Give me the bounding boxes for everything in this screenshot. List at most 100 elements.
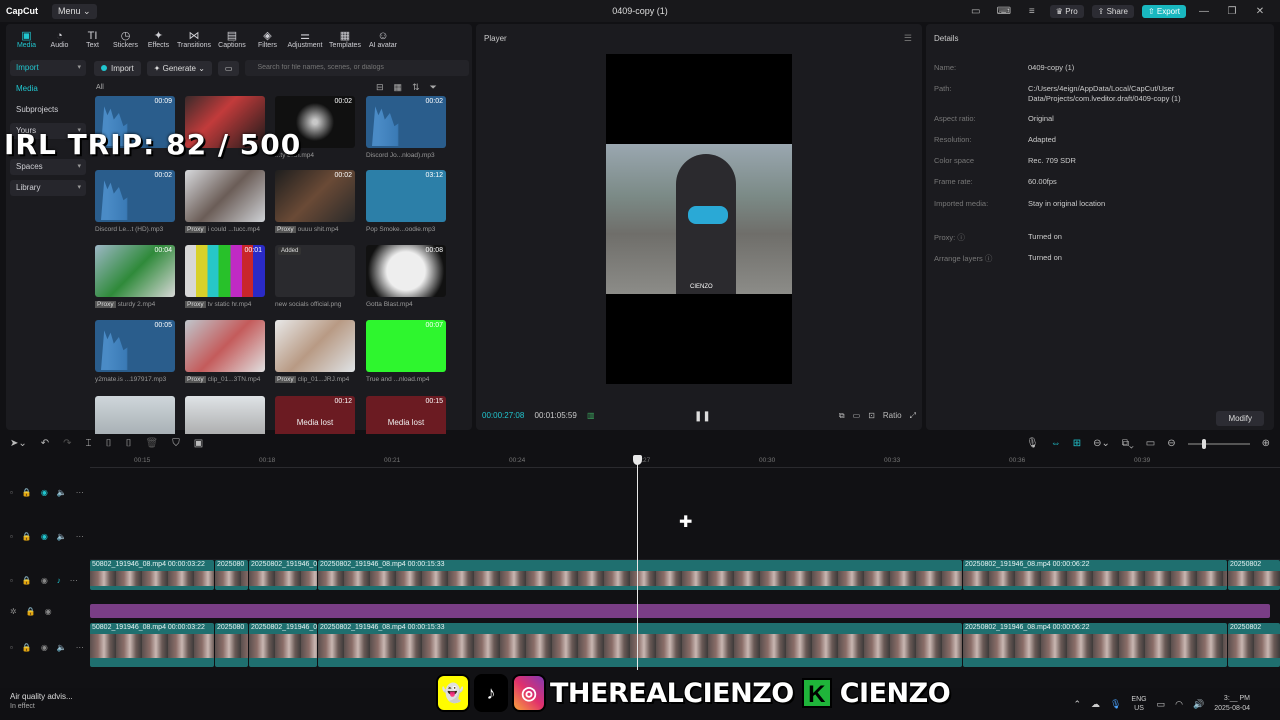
list-view-icon[interactable]: ▦ bbox=[394, 82, 403, 93]
timeline-clip[interactable]: 20250802_191946_08.mp4 00:00:06:22 bbox=[963, 560, 1227, 590]
timeline-clip[interactable]: 20250802_191946_08.mp4 00:00:06:22 bbox=[963, 623, 1227, 667]
microphone-icon[interactable]: 🎙 bbox=[1110, 699, 1121, 710]
playhead[interactable] bbox=[637, 456, 638, 670]
effect-clip[interactable] bbox=[90, 604, 1270, 618]
network-icon[interactable]: ☁ bbox=[1091, 699, 1100, 710]
tool-adjustment[interactable]: ⚌ Adjustment bbox=[284, 24, 326, 54]
media-item[interactable]: Proxy clip_01...3TN.mp4 bbox=[185, 320, 265, 383]
filter-icon[interactable]: ⏷ bbox=[430, 82, 437, 93]
tool-captions[interactable]: ▤ Captions bbox=[213, 24, 251, 54]
tool-ai-avatar[interactable]: ☺ AI avatar bbox=[364, 24, 402, 54]
more-icon[interactable]: ⋯ bbox=[76, 643, 84, 652]
link-icon[interactable]: ⊖⌄ bbox=[1093, 438, 1110, 449]
lock-icon[interactable]: 🔒 bbox=[22, 643, 32, 652]
media-item[interactable]: 00:04 Proxy sturdy 2.mp4 bbox=[95, 245, 175, 308]
fullscreen-icon[interactable]: ⤢ bbox=[910, 411, 916, 421]
menu-icon[interactable]: ☰ bbox=[904, 33, 912, 44]
timeline-clip[interactable]: 20250802 bbox=[1228, 560, 1280, 590]
main-track-magnet-icon[interactable]: ⇔ bbox=[1051, 438, 1061, 449]
tool-effects[interactable]: ✦ Effects bbox=[142, 24, 175, 54]
media-item[interactable]: 00:07 True and ...nload.mp4 bbox=[366, 320, 446, 383]
eye-icon[interactable]: ◉ bbox=[41, 643, 48, 652]
sidebar-item-media[interactable]: Media bbox=[10, 81, 86, 97]
menu-button[interactable]: Menu ⌄ bbox=[52, 3, 97, 19]
close-icon[interactable]: ✕ bbox=[1250, 6, 1270, 17]
grid-view-icon[interactable]: ⊟ bbox=[376, 82, 384, 93]
lock-icon[interactable]: 🔒 bbox=[22, 488, 32, 497]
more-icon[interactable]: ≡ bbox=[1022, 6, 1042, 17]
eye-icon[interactable]: ◉ bbox=[41, 576, 48, 585]
record-icon[interactable]: ▭ bbox=[217, 60, 240, 76]
split-left-icon[interactable]: ⌷ bbox=[106, 438, 112, 449]
media-item[interactable]: 00:02 Discord Jo...nload).mp3 bbox=[366, 96, 446, 159]
delete-icon[interactable]: 🗑 bbox=[146, 438, 159, 449]
timeline-clip[interactable]: 20250802_191946_08.mp4 00:00:15:33 bbox=[318, 560, 962, 590]
auto-reframe-icon[interactable]: ▣ bbox=[194, 438, 203, 449]
sidebar-item-spaces[interactable]: Spaces ▾ bbox=[10, 159, 86, 175]
language-indicator[interactable]: ENG US bbox=[1131, 695, 1146, 713]
video-canvas[interactable]: CIENZO bbox=[606, 54, 792, 384]
clock[interactable]: 3:__ PM 2025-08-04 bbox=[1214, 694, 1250, 714]
search-input[interactable] bbox=[257, 64, 448, 71]
media-item[interactable]: 00:08 Gotta Blast.mp4 bbox=[366, 245, 446, 308]
zoom-out-icon[interactable]: ⊖ bbox=[1167, 438, 1175, 449]
select-tool-icon[interactable]: ➤⌄ bbox=[10, 438, 27, 449]
import-button[interactable]: Import bbox=[94, 60, 141, 76]
sidebar-item-import[interactable]: Import ▾ bbox=[10, 60, 86, 76]
chevron-up-icon[interactable]: ⌃ bbox=[1073, 699, 1081, 710]
export-button[interactable]: ⇧ Export bbox=[1141, 4, 1186, 18]
media-item[interactable]: 00:05 y2mate.is ...197917.mp3 bbox=[95, 320, 175, 383]
timeline-clip[interactable]: 20250802 bbox=[1228, 623, 1280, 667]
preview-axis-icon[interactable]: ⧉⌄ bbox=[1122, 438, 1134, 449]
tool-stickers[interactable]: ◷ Stickers bbox=[109, 24, 142, 54]
more-icon[interactable]: ⋯ bbox=[70, 576, 78, 585]
audio-toggle-icon[interactable]: ♪ bbox=[57, 576, 61, 585]
lock-icon[interactable]: 🔒 bbox=[26, 607, 36, 616]
volume-icon[interactable]: 🔊 bbox=[1193, 699, 1204, 710]
tool-media[interactable]: ▣ Media bbox=[10, 24, 43, 54]
sidebar-item-subprojects[interactable]: Subprojects bbox=[10, 102, 86, 118]
cover-icon[interactable]: ▫ bbox=[10, 488, 13, 497]
shortcuts-icon[interactable]: ⌨ bbox=[994, 6, 1014, 17]
weather-widget[interactable]: Air quality advis... In effect bbox=[10, 692, 73, 710]
full-quality-icon[interactable]: ▭ bbox=[853, 411, 861, 421]
crop-icon[interactable]: ⧉ bbox=[839, 411, 845, 421]
sort-icon[interactable]: ⇅ bbox=[412, 82, 420, 93]
timeline-clip[interactable]: 2025080 bbox=[215, 560, 248, 590]
cover-icon[interactable]: ▫ bbox=[10, 576, 13, 585]
minimize-icon[interactable]: — bbox=[1194, 6, 1214, 17]
sidebar-item-library[interactable]: Library ▾ bbox=[10, 180, 86, 196]
timeline-clip[interactable]: 50802_191946_08.mp4 00:00:03:22 bbox=[90, 560, 214, 590]
undo-icon[interactable]: ↶ bbox=[41, 438, 49, 449]
modify-button[interactable]: Modify bbox=[1216, 411, 1264, 426]
zoom-slider[interactable] bbox=[1187, 438, 1250, 449]
caption-toggle-icon[interactable]: ▭ bbox=[1146, 438, 1155, 449]
media-item[interactable]: Proxy clip_01...JRJ.mp4 bbox=[275, 320, 355, 383]
monitor-icon[interactable]: ▭ bbox=[1157, 699, 1166, 710]
tool-audio[interactable]: ◔ Audio bbox=[43, 24, 76, 54]
tool-transitions[interactable]: ⋈ Transitions bbox=[175, 24, 213, 54]
split-icon[interactable]: ⌶ bbox=[86, 438, 92, 449]
media-item[interactable]: 00:02 Discord Le...t (HD).mp3 bbox=[95, 170, 175, 233]
marker-icon[interactable]: ⛉ bbox=[172, 438, 180, 449]
microphone-icon[interactable]: 🎙 bbox=[1026, 438, 1039, 449]
tool-templates[interactable]: ▦ Templates bbox=[326, 24, 364, 54]
ratio-button[interactable]: Ratio bbox=[883, 411, 902, 421]
auto-snap-icon[interactable]: ⊞ bbox=[1073, 438, 1081, 449]
media-item[interactable]: 00:01 Proxy tv static hr.mp4 bbox=[185, 245, 265, 308]
tool-text[interactable]: TI Text bbox=[76, 24, 109, 54]
eye-icon[interactable]: ◉ bbox=[41, 488, 48, 497]
lock-icon[interactable]: 🔒 bbox=[22, 576, 32, 585]
timeline-ruler[interactable]: 00:15 00:18 00:21 00:24 00:27 00:30 00:3… bbox=[90, 456, 1280, 468]
media-item[interactable]: Proxy i could ...tucc.mp4 bbox=[185, 170, 265, 233]
tool-filters[interactable]: ◈ Filters bbox=[251, 24, 284, 54]
timeline-clip[interactable]: 20250802_191946_0 bbox=[249, 560, 317, 590]
media-item[interactable]: 00:02 Proxy ouuu shit.mp4 bbox=[275, 170, 355, 233]
redo-icon[interactable]: ↷ bbox=[63, 438, 71, 449]
eye-icon[interactable]: ◉ bbox=[41, 532, 48, 541]
media-item[interactable]: 03:12 Pop Smoke...oodie.mp3 bbox=[366, 170, 446, 233]
layout-icon[interactable]: ▭ bbox=[966, 6, 986, 17]
maximize-icon[interactable]: ❐ bbox=[1222, 6, 1242, 17]
pro-button[interactable]: ♛ Pro bbox=[1049, 4, 1084, 18]
audio-toggle-icon[interactable]: 🔈 bbox=[57, 488, 67, 497]
